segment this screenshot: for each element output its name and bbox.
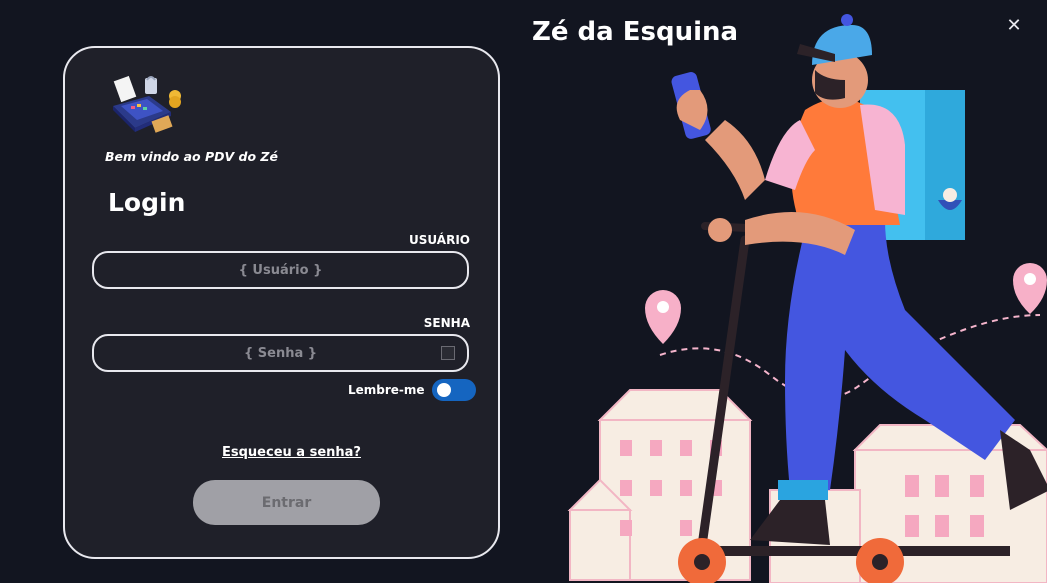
pos-terminal-logo — [113, 75, 181, 133]
login-title: Login — [108, 188, 186, 217]
remember-label: Lembre-me — [348, 383, 425, 397]
forgot-password-link[interactable]: Esqueceu a senha? — [222, 445, 361, 460]
remember-toggle[interactable] — [431, 379, 476, 401]
user-input[interactable] — [94, 253, 467, 287]
app-window: Zé da Esquina ✕ Bem vindo ao PDV do Zé L… — [0, 0, 1047, 583]
password-label: SENHA — [423, 316, 470, 330]
map-pin-right — [1013, 263, 1047, 314]
enter-button[interactable]: Entrar — [193, 480, 380, 525]
password-input[interactable] — [94, 336, 467, 370]
map-pin-left — [645, 290, 681, 344]
delivery-scooter-illustration — [567, 14, 1047, 583]
login-panel: Bem vindo ao PDV do Zé Login USUÁRIO SEN… — [63, 46, 500, 559]
welcome-text: Bem vindo ao PDV do Zé — [105, 149, 278, 164]
show-password-checkbox[interactable] — [441, 346, 455, 360]
user-label: USUÁRIO — [409, 233, 470, 247]
remember-me: Lembre-me — [348, 379, 476, 401]
user-field[interactable] — [92, 251, 469, 289]
password-field[interactable] — [92, 334, 469, 372]
toggle-knob — [436, 383, 451, 397]
